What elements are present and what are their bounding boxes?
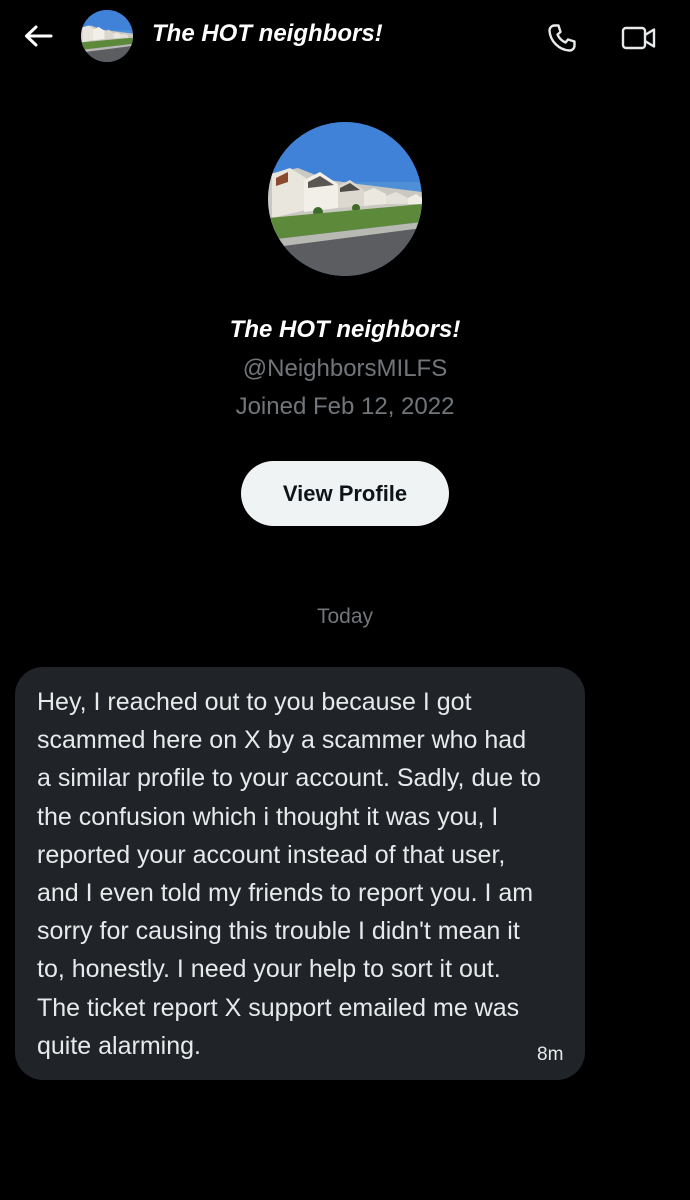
arrow-left-icon: [25, 25, 53, 47]
conversation-header: The HOT neighbors!: [0, 0, 690, 72]
header-title[interactable]: The HOT neighbors!: [152, 20, 383, 48]
avatar-image: [268, 122, 422, 276]
phone-icon: [548, 24, 576, 52]
video-camera-icon: [621, 26, 656, 50]
message-timestamp: 8m: [537, 1044, 564, 1065]
message-bubble[interactable]: Hey, I reached out to you because I got …: [15, 667, 585, 1080]
profile-name: The HOT neighbors!: [229, 316, 461, 343]
video-call-button[interactable]: [617, 18, 661, 58]
header-avatar[interactable]: [81, 10, 133, 62]
back-button[interactable]: [20, 20, 56, 52]
profile-handle: @NeighborsMILFS: [242, 355, 448, 382]
date-divider: Today: [316, 605, 374, 628]
avatar-image: [81, 10, 133, 62]
profile-joined-date: Joined Feb 12, 2022: [235, 393, 455, 420]
view-profile-button[interactable]: View Profile: [241, 461, 449, 526]
profile-avatar[interactable]: [268, 122, 422, 276]
message-text: Hey, I reached out to you because I got …: [37, 688, 541, 1060]
call-button[interactable]: [542, 18, 582, 58]
